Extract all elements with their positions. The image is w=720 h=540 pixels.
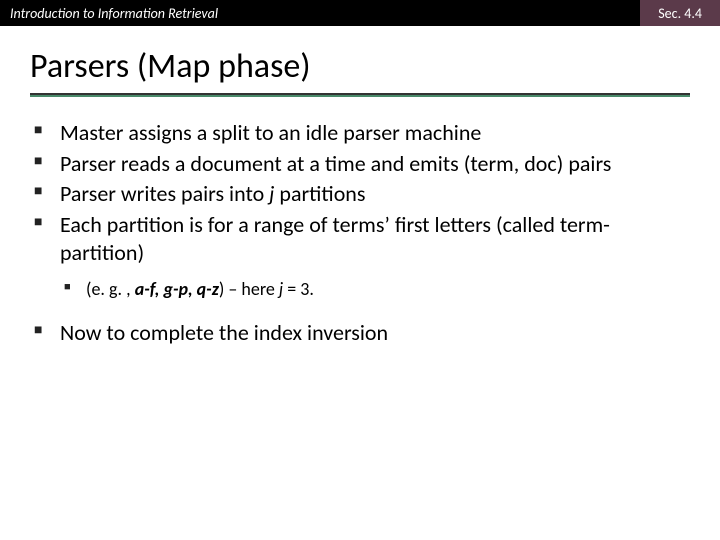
content-area: Master assigns a split to an idle parser… <box>0 101 720 348</box>
bullet-text: Each partition is for a range of terms’ … <box>60 211 610 267</box>
sub-bold: a-f, g-p, q-z <box>135 278 219 300</box>
bullet-item: Each partition is for a range of terms’ … <box>30 211 690 302</box>
course-title: Introduction to Information Retrieval <box>10 5 218 22</box>
sub-text: ) – here <box>219 278 279 300</box>
bullet-item: Master assigns a split to an idle parser… <box>30 119 690 148</box>
bullet-text: Parser reads a document at a time and em… <box>60 150 611 177</box>
sub-text: (e. g. , <box>86 278 135 300</box>
title-block: Parsers (Map phase) <box>0 26 720 101</box>
sub-bullet-list: (e. g. , a-f, g-p, q-z) – here j = 3. <box>60 278 690 301</box>
bullet-text: Parser writes pairs into <box>60 180 269 207</box>
bullet-item: Parser writes pairs into j partitions <box>30 180 690 209</box>
bullet-item: Parser reads a document at a time and em… <box>30 150 690 179</box>
bullet-text: Master assigns a split to an idle parser… <box>60 119 481 146</box>
bullet-list: Master assigns a split to an idle parser… <box>30 119 690 348</box>
page-title: Parsers (Map phase) <box>30 46 690 87</box>
sub-bullet-item: (e. g. , a-f, g-p, q-z) – here j = 3. <box>60 278 690 301</box>
bullet-text: Now to complete the index inversion <box>60 319 388 346</box>
section-label: Sec. 4.4 <box>640 0 720 26</box>
sub-text: = 3. <box>283 278 314 300</box>
bullet-text: partitions <box>274 180 365 207</box>
header-bar: Introduction to Information Retrieval Se… <box>0 0 720 26</box>
title-underline <box>30 93 690 97</box>
bullet-item: Now to complete the index inversion <box>30 319 690 348</box>
